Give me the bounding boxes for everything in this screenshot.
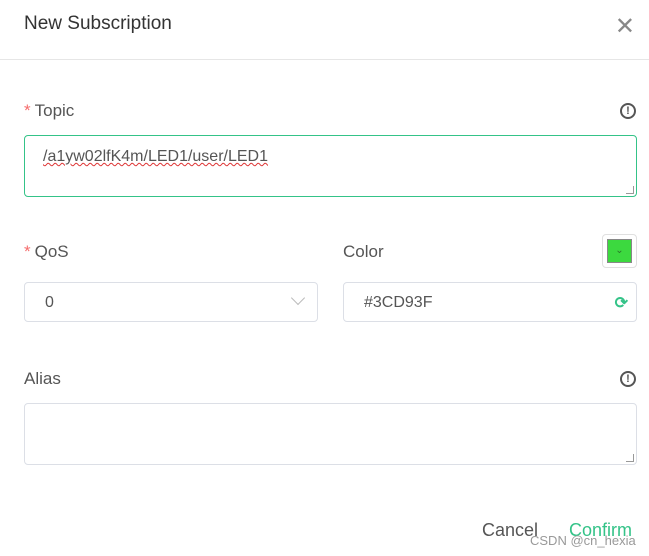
alias-input[interactable]: [24, 403, 637, 465]
qos-select[interactable]: 0: [24, 282, 318, 322]
info-icon[interactable]: !: [620, 371, 636, 387]
info-icon[interactable]: !: [620, 103, 636, 119]
chevron-down-icon: ⌄: [607, 239, 632, 263]
topic-input[interactable]: /a1yw02lfK4m/LED1/user/LED1: [24, 135, 637, 197]
topic-label: * Topic: [24, 101, 75, 120]
dialog-header: New Subscription ✕: [0, 0, 649, 60]
close-icon[interactable]: ✕: [615, 12, 635, 41]
watermark: CSDN @cn_hexia: [530, 533, 636, 548]
color-input[interactable]: #3CD93F ⟳: [343, 282, 637, 322]
chevron-down-icon: [290, 290, 306, 306]
refresh-icon[interactable]: ⟳: [615, 293, 628, 313]
alias-label: Alias: [24, 369, 61, 388]
dialog-title: New Subscription: [24, 13, 172, 34]
resize-handle[interactable]: [626, 186, 634, 194]
color-picker[interactable]: ⌄: [602, 234, 637, 268]
resize-handle[interactable]: [626, 454, 634, 462]
qos-label: * QoS: [24, 242, 69, 261]
color-label: Color: [343, 242, 384, 261]
